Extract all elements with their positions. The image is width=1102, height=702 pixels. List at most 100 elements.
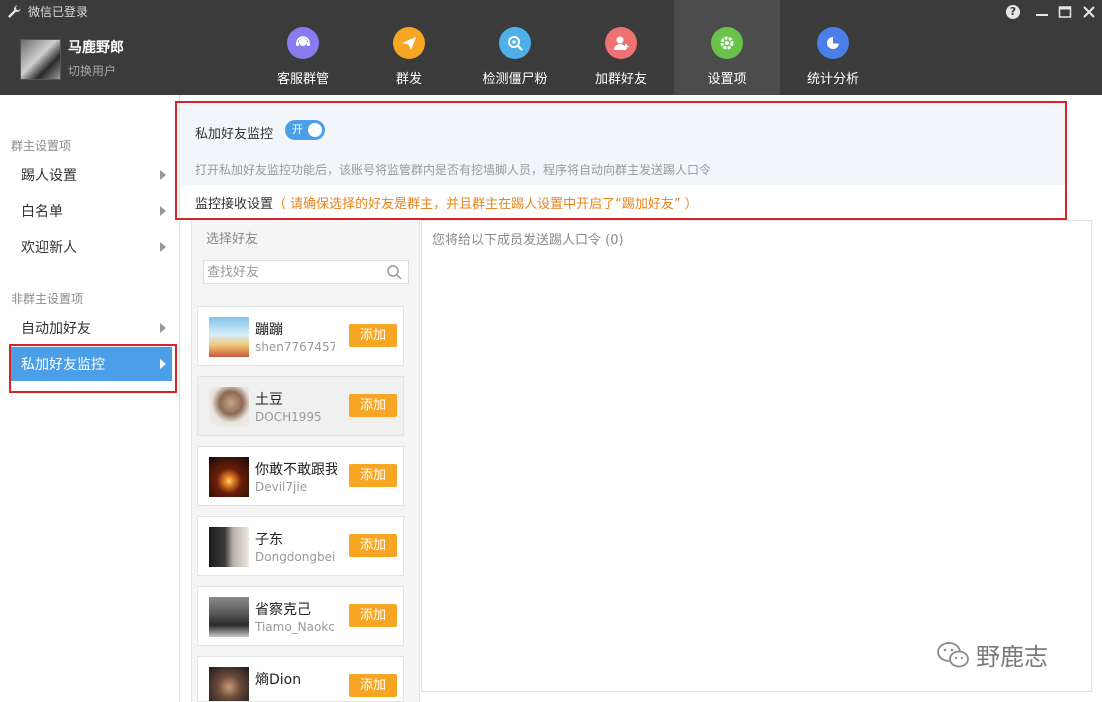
sidebar-item-label: 私加好友监控 bbox=[21, 357, 105, 373]
nav-label: 统计分析 bbox=[806, 72, 859, 87]
nav-item-statistics[interactable]: 统计分析 bbox=[780, 0, 886, 95]
user-name: 马鹿野郎 bbox=[68, 40, 124, 56]
nav-item-add-group-friends[interactable]: 加群好友 bbox=[568, 0, 674, 95]
minimize-button[interactable] bbox=[1033, 3, 1051, 21]
sidebar-item-auto-add-friend[interactable]: 自动加好友 bbox=[10, 311, 172, 345]
sidebar-group-owner: 群主设置项 bbox=[11, 139, 72, 153]
maximize-icon bbox=[1058, 6, 1072, 18]
friend-avatar bbox=[209, 457, 249, 497]
sidebar-item-whitelist[interactable]: 白名单 bbox=[10, 194, 172, 228]
sidebar-item-welcome[interactable]: 欢迎新人 bbox=[10, 230, 172, 264]
friend-name: 土豆 bbox=[255, 392, 283, 408]
receive-note: （ 请确保选择的好友是群主，并且群主在踢人设置中开启了“踢加好友” ） bbox=[273, 197, 698, 212]
toggle-knob bbox=[308, 123, 322, 137]
add-friend-button[interactable]: 添加 bbox=[349, 324, 397, 347]
member-panel: 您将给以下成员发送踢人口令 (0) bbox=[421, 220, 1092, 692]
friend-id: DOCH1995 bbox=[255, 410, 322, 424]
friend-id: shen77674572 bbox=[255, 340, 335, 354]
friend-search-input[interactable] bbox=[204, 261, 384, 283]
monitor-toggle[interactable]: 开 bbox=[285, 120, 325, 140]
watermark: 野鹿志 bbox=[936, 637, 1048, 672]
nav-label: 检测僵尸粉 bbox=[482, 72, 548, 87]
friend-search bbox=[203, 260, 409, 284]
friend-list-item[interactable]: 蹦蹦 shen77674572 添加 bbox=[197, 306, 404, 366]
friend-avatar bbox=[209, 527, 249, 567]
monitor-title: 私加好友监控 bbox=[195, 127, 274, 142]
nav-item-broadcast[interactable]: 群发 bbox=[356, 0, 462, 95]
friend-id: Tiamo_Naokc bbox=[255, 620, 335, 634]
settings-sidebar: 群主设置项 踢人设置 白名单 欢迎新人 非群主设置项 自动加好友 私加好友监控 bbox=[0, 95, 180, 702]
sidebar-item-kick-settings[interactable]: 踢人设置 bbox=[10, 158, 172, 192]
friend-list-item[interactable]: 子东 Dongdongbei 添加 bbox=[197, 516, 404, 576]
user-avatar[interactable] bbox=[20, 39, 61, 80]
friend-avatar bbox=[209, 667, 249, 701]
add-friend-button[interactable]: 添加 bbox=[349, 604, 397, 627]
nav-label: 设置项 bbox=[707, 72, 747, 87]
friend-avatar bbox=[209, 597, 249, 637]
close-button[interactable] bbox=[1080, 3, 1098, 21]
friend-list-item[interactable]: 你敢不敢跟我 Devil7jie 添加 bbox=[197, 446, 404, 506]
sidebar-group-non-owner: 非群主设置项 bbox=[11, 292, 84, 306]
chevron-right-icon bbox=[160, 206, 166, 216]
friend-name: 省察克己 bbox=[255, 602, 311, 618]
add-friend-button[interactable]: 添加 bbox=[349, 534, 397, 557]
friend-list-item[interactable]: 熵Dion 添加 bbox=[197, 656, 404, 702]
close-icon bbox=[1083, 6, 1095, 18]
maximize-button[interactable] bbox=[1056, 3, 1074, 21]
sidebar-item-label: 踢人设置 bbox=[21, 168, 77, 184]
receive-label: 监控接收设置 bbox=[195, 197, 274, 212]
add-friend-button[interactable]: 添加 bbox=[349, 674, 397, 697]
receive-settings-row: 监控接收设置（ 请确保选择的好友是群主，并且群主在踢人设置中开启了“踢加好友” … bbox=[195, 193, 698, 212]
friend-avatar bbox=[209, 317, 249, 357]
toggle-label: 开 bbox=[292, 123, 303, 136]
wechat-icon bbox=[937, 641, 969, 667]
chevron-right-icon bbox=[160, 170, 166, 180]
add-user-icon bbox=[605, 27, 637, 59]
window-title: 微信已登录 bbox=[28, 5, 89, 19]
headset-icon bbox=[287, 27, 319, 59]
monitor-settings: 私加好友监控 开 打开私加好友监控功能后，该账号将监管群内是否有挖墙脚人员，程序… bbox=[181, 101, 1067, 185]
watermark-text: 野鹿志 bbox=[976, 643, 1048, 671]
nav-item-settings[interactable]: 设置项 bbox=[674, 0, 780, 95]
friend-panel-header: 选择好友 bbox=[206, 232, 259, 247]
sidebar-item-label: 自动加好友 bbox=[21, 321, 91, 337]
friend-id: Devil7jie bbox=[255, 480, 308, 494]
top-nav: 客服群管 群发 检测僵尸粉 加群好友 设置项 统计分析 bbox=[250, 0, 886, 95]
nav-label: 加群好友 bbox=[594, 72, 647, 87]
friend-select-panel: 选择好友 蹦蹦 shen77674572 添加 土豆 DOCH1995 添加 你… bbox=[191, 220, 428, 702]
friend-name: 蹦蹦 bbox=[255, 322, 283, 338]
nav-label: 群发 bbox=[395, 72, 422, 87]
scan-search-icon bbox=[499, 27, 531, 59]
help-button[interactable]: ? bbox=[1004, 3, 1022, 21]
friend-list-item[interactable]: 土豆 DOCH1995 添加 bbox=[197, 376, 404, 436]
paper-plane-icon bbox=[393, 27, 425, 59]
monitor-panel: 私加好友监控 开 打开私加好友监控功能后，该账号将监管群内是否有挖墙脚人员，程序… bbox=[175, 95, 1102, 220]
monitor-description: 打开私加好友监控功能后，该账号将监管群内是否有挖墙脚人员，程序将自动向群主发送踢… bbox=[195, 163, 712, 177]
friend-name: 子东 bbox=[255, 532, 283, 548]
chevron-right-icon bbox=[160, 323, 166, 333]
friend-id: Dongdongbei bbox=[255, 550, 335, 564]
friend-avatar bbox=[209, 387, 249, 427]
nav-label: 客服群管 bbox=[276, 72, 329, 87]
member-panel-header: 您将给以下成员发送踢人口令 (0) bbox=[432, 233, 624, 248]
sidebar-item-label: 白名单 bbox=[21, 204, 63, 220]
friend-name: 熵Dion bbox=[255, 672, 302, 688]
nav-item-zombie-check[interactable]: 检测僵尸粉 bbox=[462, 0, 568, 95]
friend-name: 你敢不敢跟我 bbox=[255, 462, 337, 478]
chevron-right-icon bbox=[160, 242, 166, 252]
help-icon: ? bbox=[1006, 5, 1020, 19]
gear-icon bbox=[711, 27, 743, 59]
friend-list-item[interactable]: 省察克己 Tiamo_Naokc 添加 bbox=[197, 586, 404, 646]
sidebar-item-private-friend-monitor[interactable]: 私加好友监控 bbox=[10, 347, 172, 381]
nav-item-customer-service[interactable]: 客服群管 bbox=[250, 0, 356, 95]
add-friend-button[interactable]: 添加 bbox=[349, 464, 397, 487]
pie-chart-icon bbox=[817, 27, 849, 59]
search-icon[interactable] bbox=[386, 264, 402, 280]
sidebar-item-label: 欢迎新人 bbox=[21, 240, 77, 256]
wrench-icon bbox=[8, 5, 21, 18]
minimize-icon bbox=[1036, 14, 1048, 16]
add-friend-button[interactable]: 添加 bbox=[349, 394, 397, 417]
chevron-right-icon bbox=[160, 359, 166, 369]
main-content: 私加好友监控 开 打开私加好友监控功能后，该账号将监管群内是否有挖墙脚人员，程序… bbox=[175, 95, 1102, 702]
switch-user-link[interactable]: 切换用户 bbox=[68, 62, 116, 79]
